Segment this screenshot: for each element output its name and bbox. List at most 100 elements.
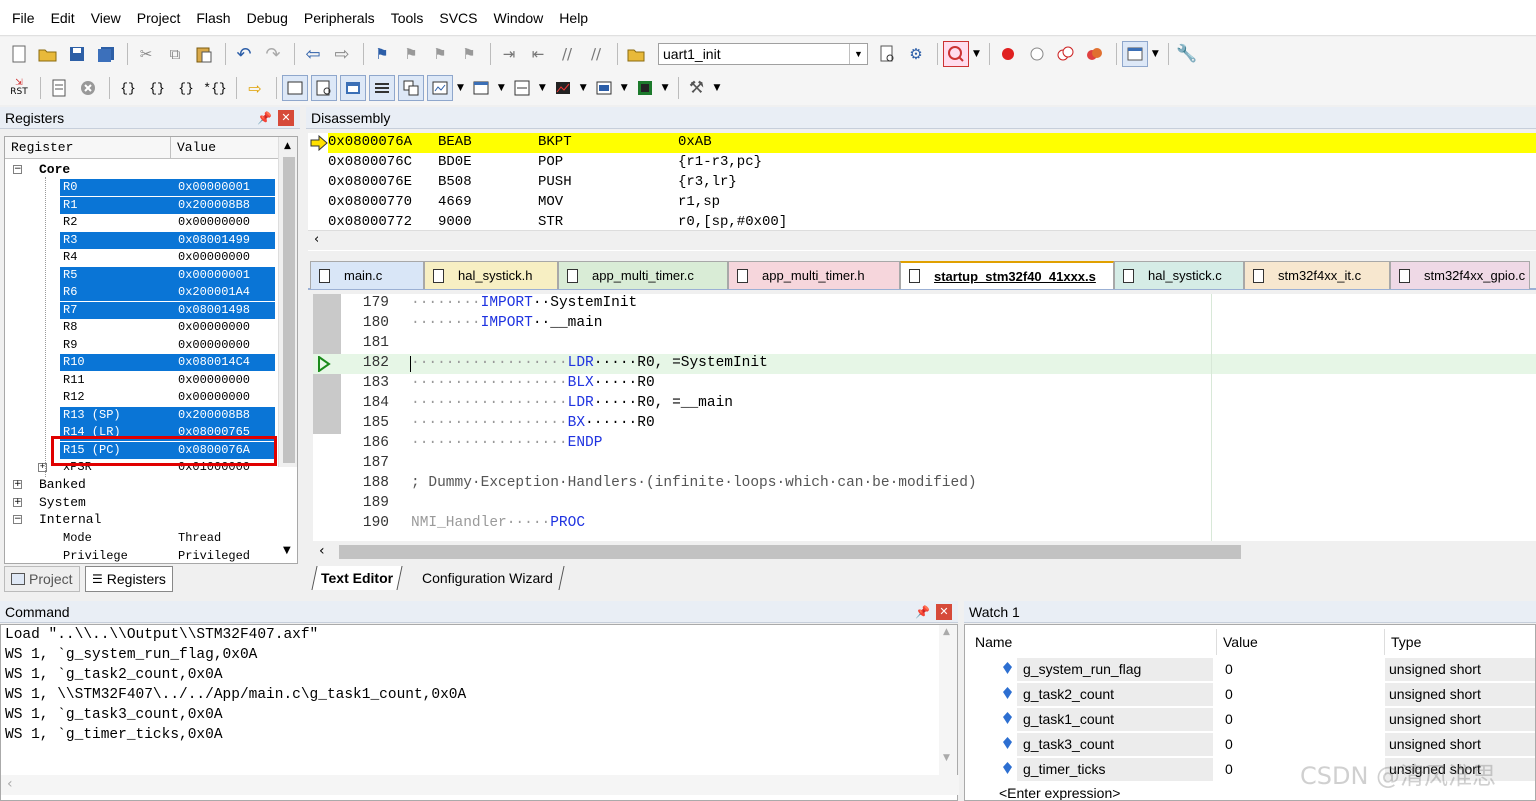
nav-back-icon[interactable]: ⇦ bbox=[300, 41, 326, 67]
reset-cpu-icon[interactable]: ⇲ RST bbox=[6, 75, 32, 101]
tab-project[interactable]: Project bbox=[4, 566, 80, 592]
system-viewer-icon[interactable] bbox=[591, 75, 617, 101]
collapse-core-icon[interactable]: − bbox=[13, 165, 22, 174]
save-all-icon[interactable] bbox=[93, 41, 119, 67]
register-value[interactable]: 0x08001499 bbox=[178, 233, 250, 247]
stop-icon[interactable] bbox=[75, 75, 101, 101]
register-value[interactable]: 0x00000001 bbox=[178, 180, 250, 194]
comment-icon[interactable]: // bbox=[554, 41, 580, 67]
tab-text-editor[interactable]: Text Editor bbox=[311, 566, 403, 590]
register-value[interactable]: 0x00000000 bbox=[178, 390, 250, 404]
watch-window-icon[interactable] bbox=[427, 75, 453, 101]
run-icon[interactable] bbox=[46, 75, 72, 101]
browse-icon[interactable]: ⚙ bbox=[903, 41, 929, 67]
configure-icon[interactable]: 🔧 bbox=[1174, 41, 1200, 67]
watch-row[interactable]: g_task2_count 0 unsigned short bbox=[965, 682, 1535, 707]
debug-session-icon[interactable] bbox=[943, 41, 969, 67]
file-tab[interactable]: startup_stm32f40_41xxx.s bbox=[900, 261, 1114, 289]
code-line[interactable]: 179 ········IMPORT··SystemInit bbox=[313, 294, 1536, 314]
file-tab[interactable]: hal_systick.c bbox=[1114, 261, 1244, 289]
code-line[interactable]: 189 bbox=[313, 494, 1536, 514]
file-tab[interactable]: app_multi_timer.h bbox=[728, 261, 900, 289]
new-file-icon[interactable] bbox=[6, 41, 32, 67]
register-value[interactable]: 0x00000001 bbox=[178, 268, 250, 282]
register-value[interactable]: 0x200001A4 bbox=[178, 285, 250, 299]
column-header-value[interactable]: Value bbox=[171, 137, 279, 159]
memory-window-icon[interactable] bbox=[468, 75, 494, 101]
column-header-register[interactable]: Register bbox=[5, 137, 171, 159]
menu-help[interactable]: Help bbox=[551, 10, 596, 26]
run-to-cursor-icon[interactable]: *{} bbox=[202, 75, 228, 101]
watch-value[interactable]: 0 bbox=[1225, 661, 1233, 677]
chevron-down-icon[interactable]: ▼ bbox=[973, 49, 980, 59]
scroll-up-icon[interactable]: ▲ bbox=[943, 627, 950, 637]
paste-icon[interactable] bbox=[191, 41, 217, 67]
toggle-banked-icon[interactable]: + bbox=[13, 480, 22, 489]
tab-registers[interactable]: ☰ Registers bbox=[85, 566, 173, 592]
menu-peripherals[interactable]: Peripherals bbox=[296, 10, 383, 26]
copy-icon[interactable]: ⧉ bbox=[162, 41, 188, 67]
file-tab[interactable]: main.c bbox=[310, 261, 424, 289]
code-line[interactable]: 187 bbox=[313, 454, 1536, 474]
target-function-combo[interactable]: uart1_init ▼ bbox=[658, 43, 868, 65]
code-line[interactable]: 184 ··················LDR·····R0, =__main bbox=[313, 394, 1536, 414]
tab-configuration-wizard[interactable]: Configuration Wizard bbox=[411, 566, 565, 590]
code-line[interactable]: 185 ··················BX······R0 bbox=[313, 414, 1536, 434]
menu-view[interactable]: View bbox=[83, 10, 129, 26]
undo-icon[interactable]: ↶ bbox=[231, 41, 257, 67]
bookmark-next-icon[interactable]: ⚑ bbox=[427, 41, 453, 67]
register-value[interactable]: 0x00000000 bbox=[178, 250, 250, 264]
toolbox-icon[interactable]: ⚒ bbox=[684, 75, 710, 101]
menu-flash[interactable]: Flash bbox=[188, 10, 238, 26]
unindent-icon[interactable]: ⇤ bbox=[525, 41, 551, 67]
breakpoint-disable-icon[interactable] bbox=[1024, 41, 1050, 67]
register-value[interactable]: 0x200008B8 bbox=[178, 408, 250, 422]
command-hscrollbar[interactable]: ‹ bbox=[1, 775, 959, 795]
bookmark-prev-icon[interactable]: ⚑ bbox=[398, 41, 424, 67]
serial-window-icon[interactable] bbox=[509, 75, 535, 101]
breakpoint-kill-all-icon[interactable] bbox=[1082, 41, 1108, 67]
toggle-internal-icon[interactable]: − bbox=[13, 515, 22, 524]
tree-node-banked[interactable]: Banked bbox=[39, 477, 86, 492]
scroll-down-icon[interactable]: ▼ bbox=[283, 545, 291, 556]
file-tab[interactable]: hal_systick.h bbox=[424, 261, 558, 289]
scroll-down-icon[interactable]: ▼ bbox=[943, 753, 950, 763]
chevron-down-icon[interactable]: ▼ bbox=[580, 83, 587, 93]
watch-value[interactable]: 0 bbox=[1225, 761, 1233, 777]
bookmark-clear-icon[interactable]: ⚑ bbox=[456, 41, 482, 67]
chevron-down-icon[interactable]: ▼ bbox=[539, 83, 546, 93]
internal-row[interactable]: Privilege Privileged bbox=[5, 548, 275, 564]
call-stack-icon[interactable] bbox=[398, 75, 424, 101]
watch-value[interactable]: 0 bbox=[1225, 686, 1233, 702]
show-next-statement-icon[interactable]: ⇨ bbox=[242, 75, 268, 101]
code-line[interactable]: 183 ··················BLX·····R0 bbox=[313, 374, 1536, 394]
scroll-left-icon[interactable]: ‹ bbox=[319, 543, 325, 559]
menu-window[interactable]: Window bbox=[486, 10, 552, 26]
menu-file[interactable]: File bbox=[4, 10, 43, 26]
redo-icon[interactable]: ↷ bbox=[260, 41, 286, 67]
disassembly-line[interactable]: 0x0800076C BD0E POP {r1-r3,pc} bbox=[328, 153, 1536, 173]
tree-node-internal[interactable]: Internal bbox=[39, 512, 101, 527]
chevron-down-icon[interactable]: ▼ bbox=[714, 83, 721, 93]
code-line[interactable]: 180 ········IMPORT··__main bbox=[313, 314, 1536, 334]
scroll-left-icon[interactable]: ‹ bbox=[314, 232, 319, 247]
watch-column-name[interactable]: Name bbox=[969, 629, 1217, 655]
watch-column-type[interactable]: Type bbox=[1385, 629, 1535, 655]
command-output[interactable]: Load "..\\..\\Output\\STM32F407.axf" WS 1… bbox=[0, 624, 959, 801]
scroll-left-icon[interactable]: ‹ bbox=[7, 776, 13, 792]
file-tab[interactable]: app_multi_timer.c bbox=[558, 261, 728, 289]
disassembly-hscrollbar[interactable]: ‹ bbox=[308, 230, 1536, 250]
watch-row[interactable]: g_system_run_flag 0 unsigned short bbox=[965, 657, 1535, 682]
chevron-down-icon[interactable]: ▼ bbox=[621, 83, 628, 93]
tree-node-core[interactable]: Core bbox=[39, 162, 70, 177]
toggle-system-icon[interactable]: + bbox=[13, 497, 22, 507]
uncomment-icon[interactable]: ∕∕ bbox=[583, 41, 609, 67]
register-value[interactable]: 0x00000000 bbox=[178, 338, 250, 352]
instruction-trace-icon[interactable] bbox=[632, 75, 658, 101]
watch-column-value[interactable]: Value bbox=[1217, 629, 1385, 655]
scroll-up-icon[interactable]: ▲ bbox=[284, 141, 291, 151]
chevron-down-icon[interactable]: ▼ bbox=[849, 44, 867, 64]
menu-project[interactable]: Project bbox=[129, 10, 189, 26]
disassembly-line[interactable]: 0x0800076A BEAB BKPT 0xAB bbox=[328, 133, 1536, 153]
menu-debug[interactable]: Debug bbox=[239, 10, 296, 26]
